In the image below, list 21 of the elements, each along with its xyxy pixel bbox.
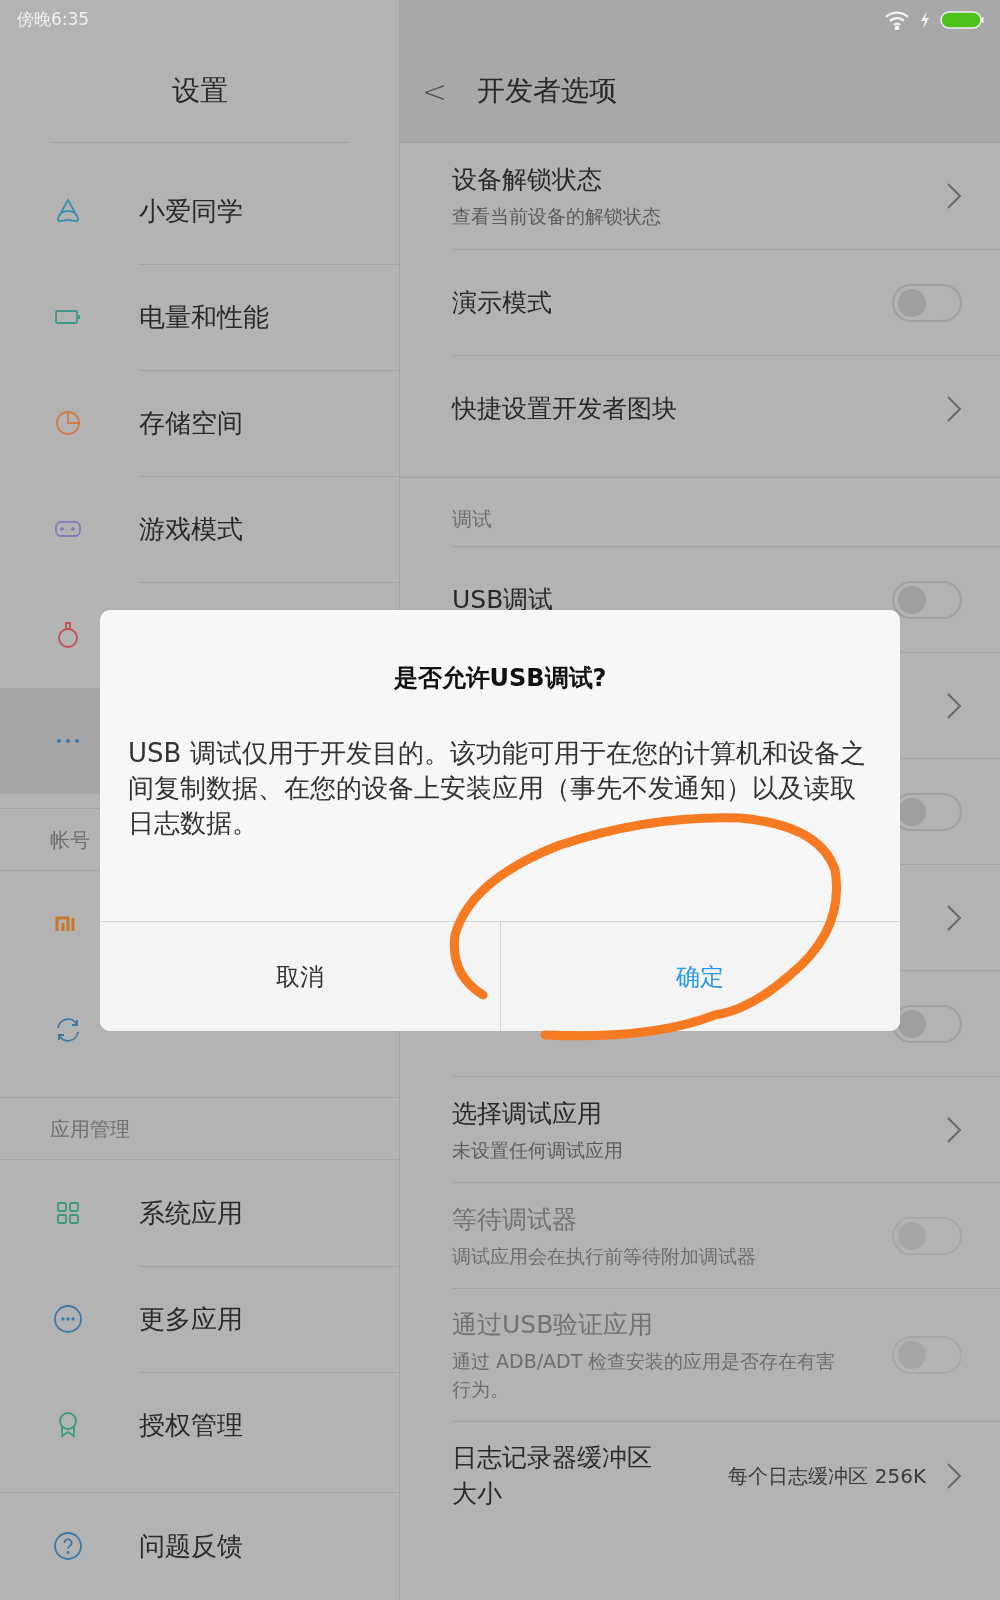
- section-header: 帐号: [50, 826, 90, 854]
- dialog-message: USB 调试仅用于开发目的。该功能可用于在您的计算机和设备之间复制数据、在您的设备上安装应用（事先不发通知）以及读取日志数据。: [128, 737, 866, 840]
- setting-description: 通过 ADB/ADT 检查安装的应用是否存在有害行为。: [452, 1349, 837, 1402]
- section-header: 调试: [452, 506, 492, 533]
- section-header: 应用管理: [50, 1115, 130, 1143]
- sidebar-title: 设置: [171, 73, 228, 109]
- setting-value: 每个日志缓冲区 256K: [728, 1463, 926, 1490]
- setting-title: 等待调试器: [452, 1203, 578, 1236]
- setting-title: 设备解锁状态: [452, 164, 603, 196]
- setting-title: 日志记录器缓冲区大小: [452, 1442, 653, 1510]
- setting-title: 通过USB验证应用: [452, 1309, 655, 1341]
- status-time: 傍晚6:35: [17, 8, 90, 32]
- setting-description: 未设置任何调试应用: [452, 1137, 624, 1163]
- setting-title: 演示模式: [452, 286, 553, 319]
- setting-title: USB调试: [452, 583, 555, 616]
- setting-description: 调试应用会在执行前等待附加调试器: [452, 1243, 757, 1269]
- page-title: 开发者选项: [477, 73, 618, 109]
- setting-description: 查看当前设备的解锁状态: [452, 204, 662, 229]
- setting-title: 选择调试应用: [452, 1097, 603, 1130]
- setting-title: 快捷设置开发者图块: [452, 392, 678, 425]
- dialog-title: 是否允许USB调试?: [393, 663, 607, 694]
